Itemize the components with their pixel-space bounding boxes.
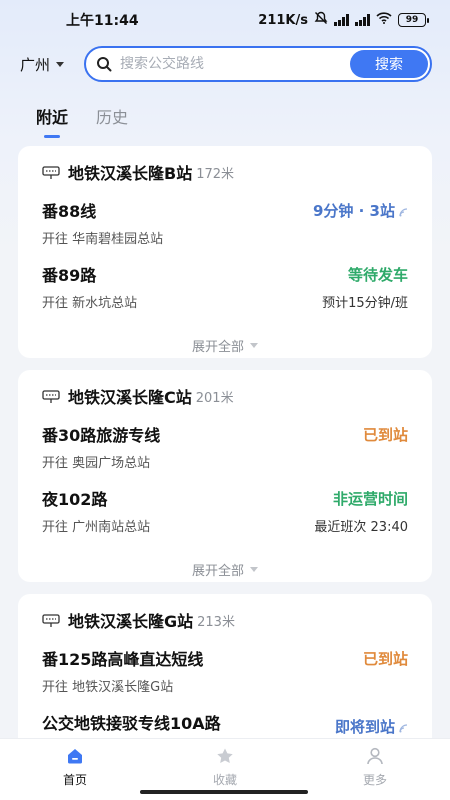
station-name: 地铁汉溪长隆B站 (68, 164, 193, 183)
route-name: 番89路 (42, 266, 97, 285)
route-status: 已到站 (362, 426, 408, 444)
route-row[interactable]: 夜102路 开往 广州南站总站 非运营时间 最近班次 23:40 (42, 486, 408, 550)
nav-home[interactable]: 首页 (0, 739, 150, 800)
status-time: 上午11:44 (66, 13, 139, 29)
expand-all-button[interactable]: 展开全部 (42, 326, 408, 364)
expand-all-label: 展开全部 (191, 339, 244, 355)
bus-stop-sign-icon (42, 613, 60, 627)
route-status-text: 9分钟 · 3站 (312, 202, 395, 220)
realtime-signal-icon (399, 203, 408, 221)
station-name: 地铁汉溪长隆G站 (68, 612, 194, 631)
battery-level: 99 (405, 15, 419, 25)
route-name: 番30路旅游专线 (42, 426, 161, 445)
route-status: 已到站 (362, 650, 408, 668)
search-icon (96, 56, 112, 72)
home-indicator (140, 790, 308, 794)
station-card: 地铁汉溪长隆C站 201米 番30路旅游专线 开往 奥园广场总站 已到站 夜10… (18, 370, 432, 582)
route-destination: 开往 新水坑总站 (42, 296, 138, 311)
route-row[interactable]: 番88线 开往 华南碧桂园总站 9分钟 · 3站 (42, 198, 408, 262)
station-header[interactable]: 地铁汉溪长隆G站 213米 (42, 594, 408, 646)
expand-all-button[interactable]: 展开全部 (42, 550, 408, 588)
home-icon (65, 747, 85, 768)
wifi-icon (376, 12, 392, 28)
signal-icon (355, 14, 370, 26)
route-destination: 开往 奥园广场总站 (42, 456, 151, 471)
signal-icon (334, 14, 349, 26)
chevron-down-icon (250, 566, 258, 572)
route-status: 9分钟 · 3站 (313, 200, 408, 221)
station-header[interactable]: 地铁汉溪长隆C站 201米 (42, 370, 408, 422)
search-row: 广州 搜索 (0, 44, 450, 84)
tab-nearby[interactable]: 附近 (36, 104, 68, 138)
battery-icon: 99 (398, 13, 429, 27)
station-card: 地铁汉溪长隆G站 213米 番125路高峰直达短线 开往 地铁汉溪长隆G站 已到… (18, 594, 432, 754)
status-indicators: 211K/s 99 (258, 11, 429, 29)
station-distance: 213米 (197, 614, 235, 630)
nav-home-label: 首页 (62, 773, 87, 787)
expand-all-label: 展开全部 (191, 563, 244, 579)
station-header[interactable]: 地铁汉溪长隆B站 172米 (42, 146, 408, 198)
route-name: 夜102路 (42, 490, 108, 509)
mute-icon (314, 11, 328, 29)
realtime-signal-icon (399, 719, 408, 737)
search-box: 搜索 (84, 46, 432, 82)
network-speed: 211K/s (258, 12, 308, 28)
route-status: 即将到站 (335, 716, 408, 737)
route-name: 番88线 (42, 202, 97, 221)
route-status: 等待发车 (347, 266, 408, 284)
route-status-text: 即将到站 (334, 718, 395, 736)
search-button[interactable]: 搜索 (350, 50, 428, 78)
station-distance: 201米 (195, 390, 234, 406)
route-next-departure: 最近班次 23:40 (314, 520, 408, 535)
route-destination: 开往 华南碧桂园总站 (42, 232, 164, 247)
route-frequency: 预计15分钟/班 (322, 296, 408, 311)
station-name: 地铁汉溪长隆C站 (68, 388, 192, 407)
tab-bar: 附近 历史 (36, 104, 128, 138)
city-selector[interactable]: 广州 (20, 54, 84, 75)
favorite-icon (215, 747, 235, 768)
tab-history[interactable]: 历史 (96, 104, 128, 138)
chevron-down-icon (250, 342, 258, 348)
route-row[interactable]: 番125路高峰直达短线 开往 地铁汉溪长隆G站 已到站 (42, 646, 408, 710)
bus-stop-sign-icon (42, 165, 60, 179)
route-status: 非运营时间 (332, 490, 408, 508)
nav-more-label: 更多 (362, 773, 387, 787)
city-label: 广州 (20, 55, 51, 74)
route-name: 公交地铁接驳专线10A路 (42, 714, 221, 733)
status-bar: 上午11:44 211K/s 99 (0, 0, 450, 40)
station-card: 地铁汉溪长隆B站 172米 番88线 开往 华南碧桂园总站 9分钟 · 3站 番… (18, 146, 432, 358)
station-distance: 172米 (196, 166, 235, 182)
route-destination: 开往 广州南站总站 (42, 520, 151, 535)
route-row[interactable]: 番30路旅游专线 开往 奥园广场总站 已到站 (42, 422, 408, 486)
route-name: 番125路高峰直达短线 (42, 650, 204, 669)
user-icon (365, 747, 385, 768)
route-destination: 开往 地铁汉溪长隆G站 (42, 680, 174, 695)
route-row[interactable]: 番89路 开往 新水坑总站 等待发车 预计15分钟/班 (42, 262, 408, 326)
nav-more[interactable]: 更多 (300, 739, 450, 800)
bus-stop-sign-icon (42, 389, 60, 403)
nav-favorites-label: 收藏 (212, 773, 237, 787)
chevron-down-icon (56, 61, 65, 67)
